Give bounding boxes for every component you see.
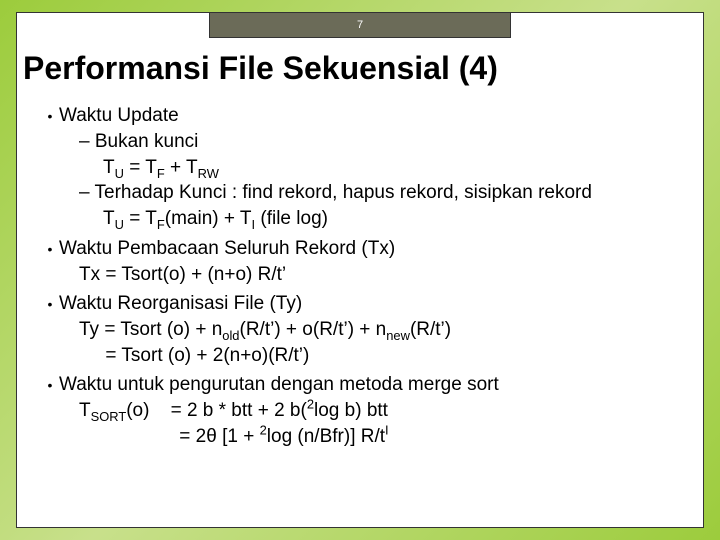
- bullet-1-sub-2-eq: TU = TF(main) + TI (file log): [103, 206, 693, 232]
- bullet-dot: •: [41, 372, 59, 398]
- bullet-dot: •: [41, 291, 59, 317]
- page-number-tab: 7: [209, 12, 511, 38]
- bullet-4-eq-2: = 2θ [1 + 2log (n/Bfr)] R/tI: [79, 424, 693, 450]
- bullet-4-eq-1: TSORT(o) = 2 b * btt + 2 b(2log b) btt: [79, 398, 693, 424]
- bullet-3: • Waktu Reorganisasi File (Ty): [41, 291, 693, 317]
- bullet-dot: •: [41, 103, 59, 129]
- bullet-4-text: Waktu untuk pengurutan dengan metoda mer…: [59, 372, 693, 398]
- bullet-3-text: Waktu Reorganisasi File (Ty): [59, 291, 693, 317]
- bullet-4: • Waktu untuk pengurutan dengan metoda m…: [41, 372, 693, 398]
- slide-content: • Waktu Update – Bukan kunci TU = TF + T…: [41, 99, 693, 517]
- bullet-1-sub-1: – Bukan kunci: [79, 129, 693, 155]
- bullet-1-sub-1-eq: TU = TF + TRW: [103, 155, 693, 181]
- bullet-2-eq-1: Tx = Tsort(o) + (n+o) R/t’: [79, 262, 693, 288]
- bullet-2-text: Waktu Pembacaan Seluruh Rekord (Tx): [59, 236, 693, 262]
- bullet-dot: •: [41, 236, 59, 262]
- page-number: 7: [357, 19, 363, 31]
- slide-title: Performansi File Sekuensial (4): [23, 51, 697, 86]
- bullet-3-eq-2: = Tsort (o) + 2(n+o)(R/t’): [79, 343, 693, 369]
- bullet-1-sub-2: – Terhadap Kunci : find rekord, hapus re…: [79, 180, 693, 206]
- bullet-3-eq-1: Ty = Tsort (o) + nold(R/t’) + o(R/t’) + …: [79, 317, 693, 343]
- bullet-1-text: Waktu Update: [59, 103, 693, 129]
- slide-frame: Performansi File Sekuensial (4) • Waktu …: [16, 12, 704, 528]
- bullet-2: • Waktu Pembacaan Seluruh Rekord (Tx): [41, 236, 693, 262]
- bullet-1: • Waktu Update: [41, 103, 693, 129]
